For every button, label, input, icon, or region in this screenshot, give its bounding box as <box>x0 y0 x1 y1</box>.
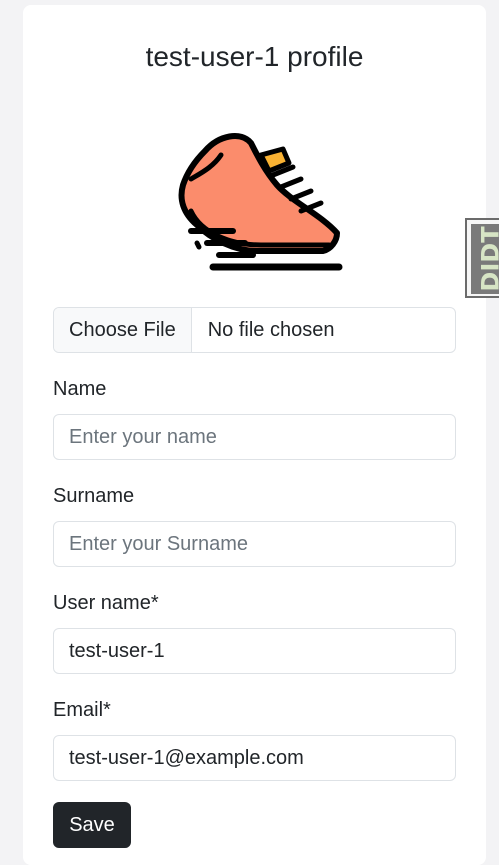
surname-label: Surname <box>53 485 135 507</box>
save-button[interactable]: Save <box>53 802 131 848</box>
side-widget-text: DIDT <box>477 226 499 292</box>
username-input[interactable] <box>53 628 456 674</box>
surname-input[interactable] <box>53 521 456 567</box>
side-widget[interactable]: DIDT <box>465 218 499 298</box>
email-label: Email* <box>53 699 111 721</box>
file-status: No file chosen <box>207 318 335 341</box>
file-upload[interactable]: Choose File No file chosen <box>53 307 456 353</box>
name-label: Name <box>53 378 107 400</box>
page-title: test-user-1 profile <box>145 41 364 72</box>
username-label: User name* <box>53 592 159 614</box>
email-input[interactable] <box>53 735 456 781</box>
choose-file-button[interactable]: Choose File <box>54 308 192 352</box>
side-widget-inner: DIDT <box>471 224 499 294</box>
running-shoe-icon <box>178 133 343 271</box>
name-input[interactable] <box>53 414 456 460</box>
profile-card: test-user-1 profile Choose File No file … <box>23 5 486 865</box>
avatar <box>161 115 347 277</box>
